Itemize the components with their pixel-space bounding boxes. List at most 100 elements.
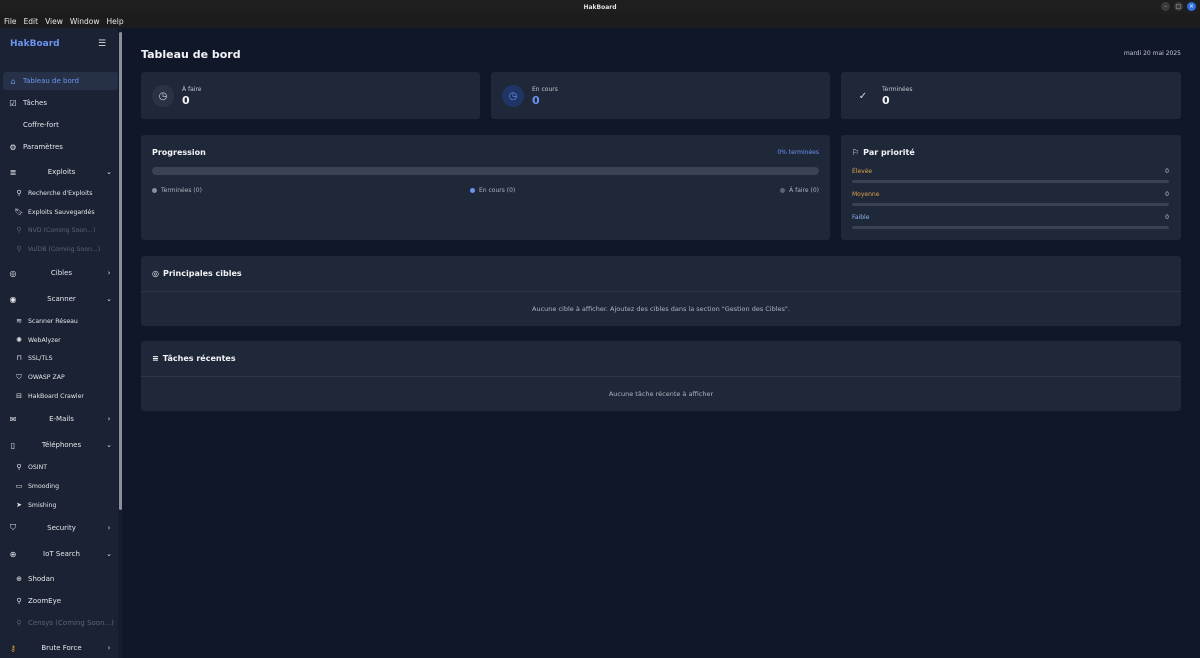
sidebar-sub-saved-exploits[interactable]: 🔖︎ Exploits Sauvegardés <box>14 204 114 220</box>
sidebar-group-security[interactable]: ⛉ Security › <box>3 519 118 537</box>
sidebar-group-brute-force[interactable]: ⚷ Brute Force › <box>3 639 118 657</box>
sub-label: WebAlyzer <box>28 336 61 344</box>
sidebar-group-scanner[interactable]: ◉ Scanner ⌄ <box>3 290 118 308</box>
maximize-icon[interactable]: □ <box>1174 2 1183 11</box>
sidebar-sub-owasp-zap[interactable]: ⛉ OWASP ZAP <box>14 369 114 385</box>
stat-value: 0 <box>182 94 190 107</box>
sidebar-item-dashboard[interactable]: ⌂ Tableau de bord <box>3 72 118 90</box>
brand-logo[interactable]: HakBoard <box>10 39 60 49</box>
stat-label: En cours <box>532 86 558 93</box>
sidebar-sub-smooding[interactable]: ▭ Smooding <box>14 478 114 494</box>
top-targets-card: ◎ Principales cibles Aucune cible à affic… <box>141 256 1181 326</box>
chevron-right-icon: › <box>107 644 111 652</box>
sidebar-item-label: Tâches <box>23 99 47 107</box>
crawler-icon: ⊟ <box>16 392 22 400</box>
sidebar-group-targets[interactable]: ◎ Cibles › <box>3 264 118 282</box>
stat-value: 0 <box>882 94 890 107</box>
search-icon: ⚲ <box>16 226 22 234</box>
sub-label: Exploits Sauvegardés <box>28 208 95 216</box>
shield-icon: ⛉ <box>16 372 22 381</box>
page-title: Tableau de bord <box>141 48 241 61</box>
priority-value: 0 <box>1165 191 1169 198</box>
sidebar-item-settings[interactable]: ⚙ Paramètres <box>3 138 118 156</box>
globe-icon: ⊕ <box>16 575 22 583</box>
eye-icon: ◉ <box>9 294 17 304</box>
priority-label: Faible <box>852 214 870 221</box>
group-label: Cibles <box>50 269 73 277</box>
sub-label: HakBoard Crawler <box>28 392 84 400</box>
legend-label: À faire (0) <box>789 187 819 194</box>
window-titlebar: HakBoard – □ × <box>0 0 1200 14</box>
hamburger-menu-icon[interactable]: ☰ <box>98 39 106 49</box>
sidebar-group-phones[interactable]: ▯ Téléphones ⌄ <box>3 436 118 454</box>
menu-edit[interactable]: Edit <box>24 17 39 26</box>
sidebar-group-emails[interactable]: ✉ E-Mails › <box>3 410 118 428</box>
search-icon: ⚲ <box>16 463 22 471</box>
sidebar-group-iot[interactable]: ⊕ IoT Search ⌄ <box>3 545 118 563</box>
sidebar-item-label: Tableau de bord <box>23 77 79 85</box>
priority-title-text: Par priorité <box>863 148 915 157</box>
menu-bar: File Edit View Window Help <box>0 14 1200 28</box>
priority-row-high: Élevée 0 <box>852 168 1169 183</box>
priority-label: Élevée <box>852 168 873 175</box>
flag-icon: ⚐ <box>852 148 860 157</box>
sidebar-sub-nvd: ⚲ NVD (Coming Soon...) <box>14 222 114 238</box>
legend-in-progress: En cours (0) <box>470 187 515 194</box>
search-icon: ⚲ <box>16 619 22 627</box>
bookmark-icon: 🔖︎ <box>14 208 24 216</box>
recent-title: ≡ Tâches récentes <box>152 354 236 363</box>
sidebar-sub-smishing[interactable]: ➤ Smishing <box>14 497 114 513</box>
group-label: IoT Search <box>43 550 80 558</box>
priority-value: 0 <box>1165 168 1169 175</box>
stat-card-in-progress: ◷ En cours 0 <box>491 72 830 119</box>
lock-icon: ⊓ <box>16 354 22 362</box>
priority-value: 0 <box>1165 214 1169 221</box>
legend-dot <box>152 188 157 193</box>
sidebar-sub-zoomeye[interactable]: ⚲ ZoomEye <box>14 593 114 609</box>
sidebar-sub-exploit-search[interactable]: ⚲ Recherche d'Exploits <box>14 185 114 201</box>
sidebar-item-vault[interactable]: Coffre-fort <box>3 116 118 134</box>
sub-label: Smishing <box>28 501 57 509</box>
wifi-icon: ≋ <box>16 317 22 325</box>
progress-card: Progression 0% terminées Terminées (0) E… <box>141 135 830 240</box>
close-icon[interactable]: × <box>1187 2 1196 11</box>
chat-icon: ▭ <box>15 482 23 490</box>
stat-label: Terminées <box>882 86 913 93</box>
sub-label: NVD (Coming Soon...) <box>28 226 96 234</box>
menu-window[interactable]: Window <box>70 17 100 26</box>
priority-label: Moyenne <box>852 191 880 198</box>
chevron-down-icon: ⌄ <box>106 168 112 176</box>
menu-file[interactable]: File <box>4 17 17 26</box>
legend-done: Terminées (0) <box>152 187 202 194</box>
priority-title: ⚐ Par priorité <box>852 148 915 157</box>
database-icon: ≣ <box>9 167 17 177</box>
sidebar-sub-vuldb: ⚲ VulDB (Coming Soon...) <box>14 241 114 257</box>
sidebar-sub-crawler[interactable]: ⊟ HakBoard Crawler <box>14 388 114 404</box>
home-icon: ⌂ <box>10 76 16 86</box>
group-label: Security <box>47 524 76 532</box>
sidebar-item-tasks[interactable]: ☑ Tâches <box>3 94 118 112</box>
sidebar-sub-network-scanner[interactable]: ≋ Scanner Réseau <box>14 313 114 329</box>
check-circle-icon: ✓ <box>858 90 868 102</box>
clock-icon: ◷ <box>502 85 524 107</box>
chevron-down-icon: ⌄ <box>106 441 112 449</box>
shield-icon: ⛉ <box>10 523 16 532</box>
sidebar-sub-censys: ⚲ Censys (Coming Soon...) <box>14 615 114 631</box>
legend-label: En cours (0) <box>479 187 516 194</box>
sidebar-group-exploits[interactable]: ≣ Exploits ⌄ <box>3 163 118 181</box>
sidebar: HakBoard ☰ ⌂ Tableau de bord ☑ Tâches Co… <box>0 28 122 658</box>
chevron-down-icon: ⌄ <box>106 295 112 303</box>
legend-todo: À faire (0) <box>780 187 819 194</box>
web-icon: ✺ <box>16 336 22 344</box>
menu-help[interactable]: Help <box>106 17 123 26</box>
sidebar-sub-ssl[interactable]: ⊓ SSL/TLS <box>14 350 114 366</box>
sidebar-sub-webalyzer[interactable]: ✺ WebAlyzer <box>14 332 114 348</box>
menu-view[interactable]: View <box>45 17 63 26</box>
progress-percent: 0% terminées <box>777 149 819 156</box>
sub-label: ZoomEye <box>28 597 62 605</box>
sidebar-sub-osint[interactable]: ⚲ OSINT <box>14 459 114 475</box>
minimize-icon[interactable]: – <box>1161 2 1170 11</box>
sub-label: Recherche d'Exploits <box>28 189 93 197</box>
clock-alert-icon: ◷ <box>152 85 174 107</box>
sidebar-sub-shodan[interactable]: ⊕ Shodan <box>14 571 114 587</box>
